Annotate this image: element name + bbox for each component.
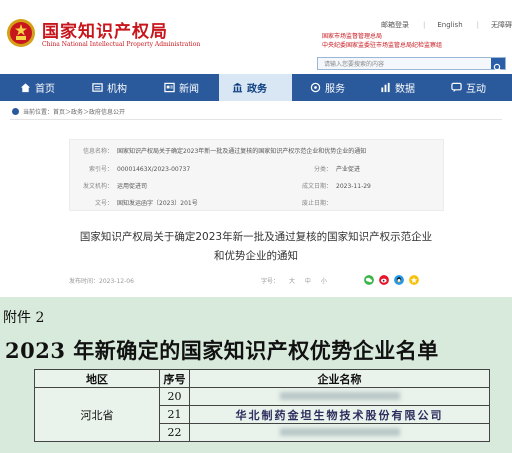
info-index-label: 索引号： [88,166,113,173]
qzone-share-icon[interactable] [409,275,419,285]
info-issuer-value: 运用促进司 [117,183,148,190]
info-expiry-label: 废止日期： [301,200,332,207]
location-icon [12,108,19,115]
info-docno-row: 文号： 国知发运函字〔2023〕201号 [70,198,198,210]
company-cell [189,387,490,406]
blurred-text [279,392,400,400]
document-info-box: 信息名称： 国家知识产权局关于确定2023年新一批及通过复核的国家知识产权示范企业… [69,139,444,211]
publish-date-value: 2023-12-06 [99,278,134,285]
info-index-value: 00001463X/2023-00737 [117,166,191,173]
info-title-label: 信息名称： [82,148,113,155]
font-size-small[interactable]: 小 [321,278,327,285]
data-icon [381,82,390,93]
info-issuer-row: 发文机构： 运用促进司 [70,181,147,193]
info-category-value: 产业促进 [336,166,361,173]
header-region: 地区 [34,369,160,388]
info-docno-value: 国知发运函字〔2023〕201号 [117,200,198,207]
info-index-row: 索引号： 00001463X/2023-00737 [70,164,190,176]
site-header: 国家知识产权局 China National Intellectual Prop… [0,0,512,72]
info-category-label: 分类： [313,166,332,173]
gov-links: 国家市场监督管理总局 中央纪委国家监委驻市场监管总局纪检监察组 [322,32,442,50]
number-cell: 22 [159,423,190,442]
info-title-row: 信息名称： 国家知识产权局关于确定2023年新一批及通过复核的国家知识产权示范企业… [70,146,366,158]
nav-gov[interactable]: 政务 [219,74,292,101]
nav-home[interactable]: 首页 [20,74,55,101]
attachment-heading: 2023 年新确定的国家知识产权优势企业名单 [5,338,439,363]
blurred-text [279,428,400,436]
breadcrumb-text[interactable]: 当前位置：首页＞政务＞政府信息公开 [23,109,125,116]
qq-share-icon[interactable] [394,275,404,285]
nav-service-label: 服务 [325,84,345,95]
wechat-share-icon[interactable] [364,275,374,285]
info-date-value: 2023-11-29 [336,183,371,190]
document-title-line1: 国家知识产权局关于确定2023年新一批及通过复核的国家知识产权示范企业 [79,231,433,243]
accessibility-link[interactable]: 无障碍 [491,21,512,29]
nav-org-label: 机构 [107,84,127,95]
font-size-large[interactable]: 大 [289,278,295,285]
nav-service[interactable]: 服务 [310,74,345,101]
number-cell: 21 [159,405,190,424]
service-icon [310,82,321,93]
document-title-line2: 和优势企业的通知 [214,250,298,262]
info-issuer-label: 发文机构： [82,183,113,190]
info-expiry-row: 废止日期： [300,198,336,210]
info-date-row: 成文日期： 2023-11-29 [300,181,371,193]
font-size-switch: 字号： 大 中 小 [261,276,327,285]
nav-data-label: 数据 [395,84,415,95]
weibo-share-icon[interactable] [379,275,389,285]
info-docno-label: 文号： [94,200,113,207]
news-icon [164,82,175,93]
header-company: 企业名称 [189,369,490,388]
nav-news-label: 新闻 [179,84,199,95]
number-cell: 20 [159,387,190,406]
company-cell: 华北制药金坦生物技术股份有限公司 [189,405,490,424]
company-cell [189,423,490,442]
table-row: 河北省 20 [34,387,490,442]
english-link[interactable]: English [437,21,462,29]
table-header-row: 地区 序号 企业名称 [34,369,490,388]
nav-gov-label: 政务 [247,84,267,95]
font-size-label: 字号： [261,278,280,285]
search-input[interactable]: 请输入您要搜索的内容 [317,57,506,72]
samr-link[interactable]: 国家市场监督管理总局 [322,32,442,41]
interact-icon [451,82,462,93]
font-size-medium[interactable]: 中 [305,278,311,285]
top-links: 邮箱登录 | English | 无障碍 [381,21,512,29]
nav-data[interactable]: 数据 [380,74,415,101]
attachment-label: 附件 2 [3,310,45,326]
main-nav: 首页 机构 新闻 政务 服务 数据 互动 [0,74,512,101]
email-login-link[interactable]: 邮箱登录 [381,21,409,29]
home-icon [20,83,31,93]
publish-date-label: 发布时间： [69,278,100,285]
national-emblem-icon [7,19,35,47]
search-button[interactable] [491,58,505,72]
divider [10,119,502,120]
header-number: 序号 [159,369,190,388]
publish-date: 发布时间：2023-12-06 [69,276,134,285]
gov-icon [232,82,243,93]
enterprise-table: 地区 序号 企业名称 河北省 20 21 华北制药金坦生物技术股份有限公司 22 [34,369,490,442]
org-icon [92,83,103,92]
company-name: 华北制药金坦生物技术股份有限公司 [235,408,444,422]
nav-interact-label: 互动 [466,84,486,95]
info-title-value: 国家知识产权局关于确定2023年新一批及通过复核的国家知识产权示范企业和优势企业… [117,148,367,155]
search-icon [493,63,502,72]
site-logo-title[interactable]: 国家知识产权局 [42,17,168,42]
region-cell: 河北省 [34,387,160,442]
breadcrumb: 当前位置：首页＞政务＞政府信息公开 [12,107,125,116]
info-date-label: 成文日期： [301,183,332,190]
site-logo-subtitle: China National Intellectual Property Adm… [42,41,201,48]
document-title: 国家知识产权局关于确定2023年新一批及通过复核的国家知识产权示范企业 和优势企… [40,228,472,266]
discipline-link[interactable]: 中央纪委国家监委驻市场监管总局纪检监察组 [322,41,442,50]
nav-home-label: 首页 [35,84,55,95]
info-category-row: 分类： 产业促进 [300,164,360,176]
nav-interact[interactable]: 互动 [451,74,486,101]
nav-news[interactable]: 新闻 [164,74,199,101]
search-placeholder: 请输入您要搜索的内容 [324,61,385,68]
nav-org[interactable]: 机构 [92,74,127,101]
